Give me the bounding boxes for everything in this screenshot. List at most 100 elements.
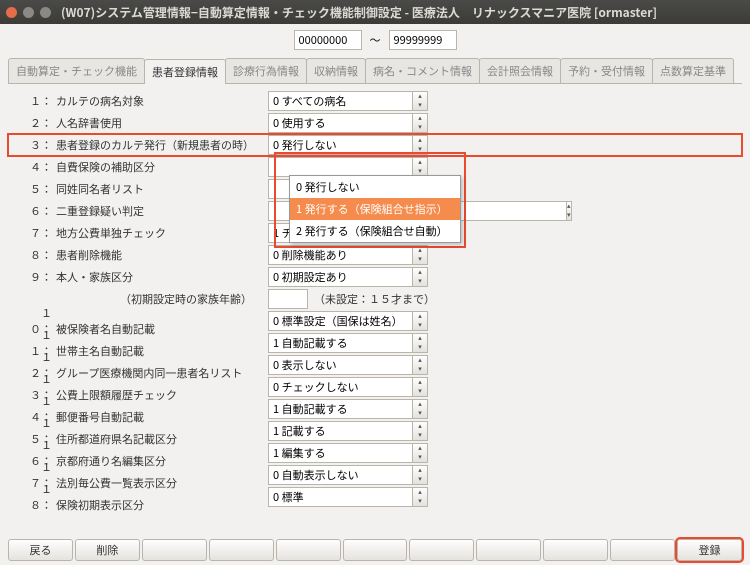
range-tilde: 〜: [370, 32, 381, 48]
blank-button-8[interactable]: [610, 539, 675, 561]
dropdown-option-1[interactable]: 1 発行する（保険組合せ指示）: [290, 198, 460, 220]
combo-input[interactable]: [268, 333, 412, 353]
spinner-icon[interactable]: [412, 333, 428, 353]
spinner-icon[interactable]: [412, 443, 428, 463]
back-button[interactable]: 戻る: [8, 539, 73, 561]
combo-input[interactable]: [268, 421, 412, 441]
combo-input[interactable]: [268, 245, 412, 265]
spinner-icon[interactable]: [412, 245, 428, 265]
range-from-input[interactable]: [294, 30, 362, 50]
dropdown-option-0[interactable]: 0 発行しない: [290, 176, 460, 198]
spinner-icon[interactable]: [412, 157, 428, 177]
combo-input[interactable]: [268, 267, 412, 287]
form-row-18: １８：保険初期表示区分: [8, 486, 742, 508]
spinner-icon[interactable]: [412, 421, 428, 441]
form-row-1: ２：人名辞書使用: [8, 112, 742, 134]
combo-8[interactable]: [268, 267, 428, 287]
maximize-icon[interactable]: [40, 7, 51, 18]
spinner-icon[interactable]: [566, 201, 572, 221]
form-row-0: １：カルテの病名対象: [8, 90, 742, 112]
tab-5[interactable]: 会計照会情報: [479, 58, 561, 83]
spinner-icon[interactable]: [412, 311, 428, 331]
combo-input[interactable]: [268, 355, 412, 375]
spinner-icon[interactable]: [412, 377, 428, 397]
row-label: ５：同姓同名者リスト: [28, 181, 268, 197]
combo-11[interactable]: [268, 333, 428, 353]
form-row-7: ８：患者削除機能: [8, 244, 742, 266]
combo-1[interactable]: [268, 113, 428, 133]
tab-3[interactable]: 収納情報: [306, 58, 366, 83]
tab-0[interactable]: 自動算定・チェック機能: [8, 58, 145, 83]
tab-6[interactable]: 予約・受付情報: [560, 58, 653, 83]
combo-18[interactable]: [268, 487, 428, 507]
range-to-input[interactable]: [389, 30, 457, 50]
spinner-icon[interactable]: [412, 465, 428, 485]
row-label: ９：本人・家族区分: [28, 269, 268, 285]
combo-14[interactable]: [268, 399, 428, 419]
family-age-input[interactable]: [268, 289, 308, 309]
tab-bar: 自動算定・チェック機能患者登録情報診療行為情報収納情報病名・コメント情報会計照会…: [8, 58, 742, 84]
combo-2[interactable]: [268, 135, 428, 155]
row-label: ８：患者削除機能: [28, 247, 268, 263]
dropdown-list[interactable]: 0 発行しない1 発行する（保険組合せ指示）2 発行する（保険組合せ自動）: [289, 175, 461, 243]
combo-input[interactable]: [268, 91, 412, 111]
form-row-8: ９：本人・家族区分: [8, 266, 742, 288]
row-label: ７：地方公費単独チェック: [28, 225, 268, 241]
blank-button-4[interactable]: [343, 539, 408, 561]
row-label: １８：保険初期表示区分: [28, 481, 268, 513]
combo-10[interactable]: [268, 311, 428, 331]
spinner-icon[interactable]: [412, 487, 428, 507]
tab-1[interactable]: 患者登録情報: [144, 59, 226, 84]
combo-12[interactable]: [268, 355, 428, 375]
combo-7[interactable]: [268, 245, 428, 265]
combo-input[interactable]: [268, 135, 412, 155]
family-age-note: （未設定：１５才まで）: [314, 291, 435, 307]
combo-0[interactable]: [268, 91, 428, 111]
combo-input[interactable]: [268, 377, 412, 397]
spinner-icon[interactable]: [412, 135, 428, 155]
combo-16[interactable]: [268, 443, 428, 463]
row-label: ４：自費保険の補助区分: [28, 159, 268, 175]
row-label: ３：患者登録のカルテ発行（新規患者の時）: [28, 137, 268, 153]
window-title: (W07)システム管理情報−自動算定情報・チェック機能制御設定 - 医療法人 リ…: [61, 4, 657, 21]
range-row: 〜: [8, 30, 742, 50]
combo-input[interactable]: [268, 311, 412, 331]
spinner-icon[interactable]: [412, 399, 428, 419]
blank-button-5[interactable]: [409, 539, 474, 561]
tab-4[interactable]: 病名・コメント情報: [365, 58, 480, 83]
combo-15[interactable]: [268, 421, 428, 441]
close-icon[interactable]: [6, 7, 17, 18]
blank-button-7[interactable]: [543, 539, 608, 561]
combo-input[interactable]: [268, 399, 412, 419]
row-label: ６：二重登録疑い判定: [28, 203, 268, 219]
combo-input[interactable]: [268, 113, 412, 133]
combo-input[interactable]: [268, 487, 412, 507]
blank-button-3[interactable]: [276, 539, 341, 561]
footer-bar: 戻る 削除 登録: [8, 539, 742, 561]
window-titlebar: (W07)システム管理情報−自動算定情報・チェック機能制御設定 - 医療法人 リ…: [0, 0, 750, 24]
row-label: ２：人名辞書使用: [28, 115, 268, 131]
form-area: １：カルテの病名対象 ２：人名辞書使用 ３：患者登録のカルテ発行（新規患者の時） ４：…: [8, 88, 742, 528]
register-button[interactable]: 登録: [677, 539, 742, 561]
combo-input[interactable]: [268, 157, 412, 177]
spinner-icon[interactable]: [412, 91, 428, 111]
combo-input[interactable]: [268, 465, 412, 485]
tab-7[interactable]: 点数算定基準: [652, 58, 734, 83]
form-row-2: ３：患者登録のカルテ発行（新規患者の時）: [8, 134, 742, 156]
combo-17[interactable]: [268, 465, 428, 485]
tab-2[interactable]: 診療行為情報: [225, 58, 307, 83]
spinner-icon[interactable]: [412, 355, 428, 375]
dropdown-option-2[interactable]: 2 発行する（保険組合せ自動）: [290, 220, 460, 242]
blank-button-2[interactable]: [209, 539, 274, 561]
blank-button-1[interactable]: [142, 539, 207, 561]
combo-input[interactable]: [268, 443, 412, 463]
content-area: 〜 自動算定・チェック機能患者登録情報診療行為情報収納情報病名・コメント情報会計…: [0, 24, 750, 565]
spinner-icon[interactable]: [412, 267, 428, 287]
blank-button-6[interactable]: [476, 539, 541, 561]
delete-button[interactable]: 削除: [75, 539, 140, 561]
combo-3[interactable]: [268, 157, 428, 177]
row-label: １：カルテの病名対象: [28, 93, 268, 109]
spinner-icon[interactable]: [412, 113, 428, 133]
combo-13[interactable]: [268, 377, 428, 397]
minimize-icon[interactable]: [23, 7, 34, 18]
